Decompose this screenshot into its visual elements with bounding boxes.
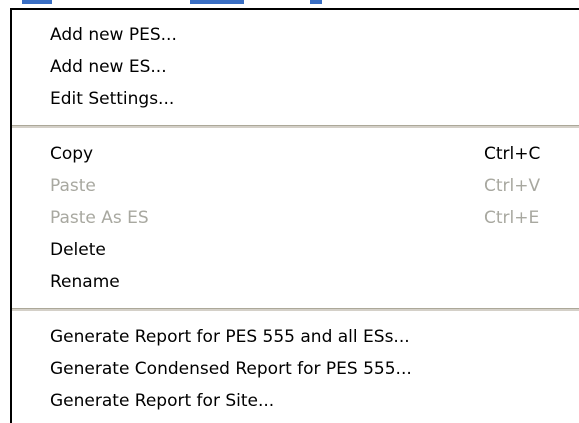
background-toolbar-mark — [190, 0, 244, 4]
menu-item-generate-report-pes[interactable]: Generate Report for PES 555 and all ESs.… — [12, 321, 579, 353]
context-menu: Add new PES... Add new ES... Edit Settin… — [10, 8, 579, 423]
menu-item-label: Paste As ES — [50, 208, 149, 228]
menu-item-delete[interactable]: Delete — [12, 234, 579, 266]
menu-item-label: Edit Settings... — [50, 89, 175, 109]
menu-item-generate-report-site[interactable]: Generate Report for Site... — [12, 385, 579, 417]
menu-item-add-new-pes[interactable]: Add new PES... — [12, 19, 579, 51]
background-toolbar-mark — [310, 0, 322, 4]
menu-item-add-new-es[interactable]: Add new ES... — [12, 51, 579, 83]
menu-item-copy[interactable]: Copy Ctrl+C — [12, 138, 579, 170]
menu-item-shortcut: Ctrl+C — [484, 144, 541, 164]
menu-item-label: Add new PES... — [50, 25, 177, 45]
menu-item-paste[interactable]: Paste Ctrl+V — [12, 170, 579, 202]
menu-item-label: Generate Report for PES 555 and all ESs.… — [50, 327, 410, 347]
background-toolbar-mark — [22, 0, 52, 4]
menu-item-label: Generate Condensed Report for PES 555... — [50, 359, 412, 379]
menu-item-shortcut: Ctrl+V — [484, 176, 541, 196]
menu-item-label: Paste — [50, 176, 96, 196]
menu-item-label: Copy — [50, 144, 94, 164]
menu-separator — [12, 125, 579, 129]
menu-item-label: Delete — [50, 240, 106, 260]
menu-item-rename[interactable]: Rename — [12, 266, 579, 298]
menu-item-shortcut: Ctrl+E — [484, 208, 540, 228]
menu-item-label: Rename — [50, 272, 120, 292]
menu-item-edit-settings[interactable]: Edit Settings... — [12, 83, 579, 115]
menu-item-label: Generate Report for Site... — [50, 391, 275, 411]
menu-item-paste-as-es[interactable]: Paste As ES Ctrl+E — [12, 202, 579, 234]
menu-item-generate-condensed-report[interactable]: Generate Condensed Report for PES 555... — [12, 353, 579, 385]
menu-item-label: Add new ES... — [50, 57, 167, 77]
menu-separator — [12, 308, 579, 312]
